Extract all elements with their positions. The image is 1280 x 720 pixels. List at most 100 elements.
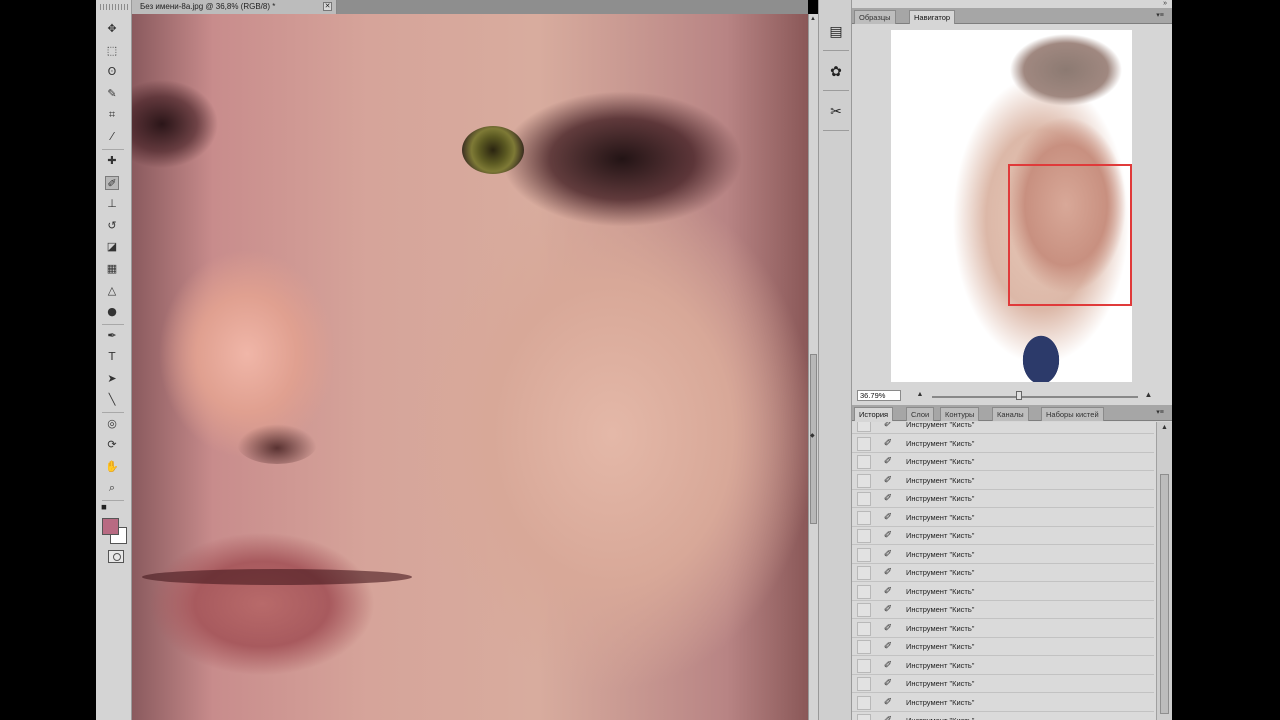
- canvas-vertical-scrollbar[interactable]: ▲ ◆: [808, 14, 818, 720]
- foreground-color-swatch[interactable]: [102, 518, 119, 535]
- brush-icon: ✐: [883, 456, 893, 467]
- history-source-checkbox[interactable]: [857, 603, 871, 617]
- healing-brush-tool-icon[interactable]: ✚: [105, 154, 119, 168]
- hand-tool-icon[interactable]: ✋: [105, 460, 119, 474]
- lasso-tool-icon[interactable]: ʘ: [105, 65, 119, 79]
- 3d-orbit-tool-icon[interactable]: ⟳: [105, 438, 119, 452]
- dock-separator: [823, 130, 849, 131]
- history-source-checkbox[interactable]: [857, 492, 871, 506]
- crop-tool-icon[interactable]: ⌗: [105, 108, 119, 122]
- scroll-thumb[interactable]: [810, 354, 817, 524]
- history-source-checkbox[interactable]: [857, 455, 871, 469]
- scroll-up-icon[interactable]: ▲: [810, 16, 816, 22]
- history-state[interactable]: ✐ Инструмент "Кисть": [852, 453, 1154, 471]
- navigator-thumbnail[interactable]: [891, 30, 1132, 382]
- scroll-up-icon[interactable]: ▲: [1161, 424, 1168, 431]
- history-source-checkbox[interactable]: [857, 695, 871, 710]
- tab-paths[interactable]: Контуры: [940, 407, 980, 421]
- history-state[interactable]: ✐ Инструмент "Кисть": [852, 422, 1154, 434]
- history-state-label: Инструмент "Кисть": [906, 586, 975, 596]
- default-colors-icon[interactable]: ◼: [101, 504, 108, 511]
- history-state[interactable]: ✐ Инструмент "Кисть": [852, 712, 1154, 720]
- 3d-rotate-tool-icon[interactable]: ◎: [105, 417, 119, 431]
- history-source-checkbox[interactable]: [857, 436, 871, 451]
- history-source-checkbox[interactable]: [857, 510, 871, 525]
- clone-source-icon[interactable]: ✂: [826, 102, 846, 122]
- history-state[interactable]: ✐ Инструмент "Кисть": [852, 490, 1154, 508]
- pen-tool-icon[interactable]: ✒: [105, 329, 119, 343]
- blur-tool-icon[interactable]: △: [105, 284, 119, 298]
- tab-brush-presets[interactable]: Наборы кистей: [1041, 407, 1104, 421]
- tab-layers[interactable]: Слои: [906, 407, 935, 421]
- history-state[interactable]: ✐ Инструмент "Кисть": [852, 472, 1154, 490]
- history-state[interactable]: ✐ Инструмент "Кисть": [852, 583, 1154, 601]
- scroll-thumb[interactable]: [1160, 474, 1169, 714]
- history-state[interactable]: ✐ Инструмент "Кисть": [852, 694, 1154, 712]
- history-state[interactable]: ✐ Инструмент "Кисть": [852, 657, 1154, 675]
- history-state[interactable]: ✐ Инструмент "Кисть": [852, 435, 1154, 453]
- dodge-tool-icon[interactable]: ●: [105, 305, 119, 319]
- quick-selection-tool-icon[interactable]: ✎: [105, 87, 119, 101]
- document-canvas[interactable]: [132, 14, 808, 720]
- history-source-checkbox[interactable]: [857, 547, 871, 562]
- history-state[interactable]: ✐ Инструмент "Кисть": [852, 564, 1154, 582]
- shape-tool-icon[interactable]: ╲: [105, 393, 119, 407]
- history-state[interactable]: ✐ Инструмент "Кисть": [852, 527, 1154, 545]
- zoom-tool-icon[interactable]: ⌕: [105, 481, 119, 495]
- panel-menu-icon[interactable]: ▾≡: [1154, 408, 1166, 417]
- zoom-slider-track[interactable]: [932, 396, 1138, 398]
- history-source-checkbox[interactable]: [857, 640, 871, 654]
- zoom-slider-knob[interactable]: [1016, 391, 1022, 400]
- history-source-checkbox[interactable]: [857, 714, 871, 720]
- document-tab[interactable]: Без имени-8a.jpg @ 36,8% (RGB/8) * ✕: [132, 0, 337, 14]
- type-tool-icon[interactable]: T: [105, 350, 119, 364]
- tab-channels[interactable]: Каналы: [992, 407, 1029, 421]
- history-scrollbar[interactable]: ▲: [1156, 422, 1172, 720]
- gradient-tool-icon[interactable]: ▦: [105, 262, 119, 276]
- histogram-icon[interactable]: ▤: [826, 22, 846, 42]
- tab-history[interactable]: История: [854, 407, 894, 421]
- close-icon[interactable]: ✕: [323, 2, 332, 11]
- brush-tool-icon[interactable]: ✐: [105, 176, 119, 190]
- history-brush-tool-icon[interactable]: ↺: [105, 219, 119, 233]
- history-source-checkbox[interactable]: [857, 658, 871, 673]
- marquee-tool-icon[interactable]: ⬚: [105, 44, 119, 58]
- history-state-label: Инструмент "Кисть": [906, 549, 975, 559]
- eyedropper-tool-icon[interactable]: ⁄: [105, 130, 119, 144]
- history-source-checkbox[interactable]: [857, 621, 871, 636]
- history-source-checkbox[interactable]: [857, 566, 871, 580]
- panel-menu-icon[interactable]: ▾≡: [1154, 11, 1166, 20]
- navigator-view-box[interactable]: [1008, 164, 1132, 306]
- letterbox-right: [1172, 0, 1280, 720]
- zoom-value-field[interactable]: 36.79%: [857, 390, 901, 401]
- history-state[interactable]: ✐ Инструмент "Кисть": [852, 546, 1154, 564]
- history-state-label: Инструмент "Кисть": [906, 475, 975, 485]
- eraser-tool-icon[interactable]: ◪: [105, 240, 119, 254]
- brush-icon: ✐: [883, 604, 893, 615]
- tools-panel: ✥ ⬚ ʘ ✎ ⌗ ⁄ ✚ ✐ ⊥ ↺ ◪ ▦ △ ● ✒ T ➤ ╲ ◎ ⟳ ✋ ⌕: [96, 0, 132, 720]
- history-source-checkbox[interactable]: [857, 422, 871, 432]
- tools-separator: [102, 324, 124, 325]
- collapse-panels-icon[interactable]: »: [1163, 0, 1167, 7]
- path-selection-tool-icon[interactable]: ➤: [105, 372, 119, 386]
- brush-icon: ✐: [883, 641, 893, 652]
- history-state[interactable]: ✐ Инструмент "Кисть": [852, 675, 1154, 693]
- move-tool-icon[interactable]: ✥: [105, 22, 119, 36]
- history-state[interactable]: ✐ Инструмент "Кисть": [852, 620, 1154, 638]
- tools-panel-grip[interactable]: [100, 4, 128, 10]
- history-source-checkbox[interactable]: [857, 529, 871, 543]
- zoom-in-icon[interactable]: ▲: [1144, 390, 1153, 399]
- quick-mask-button[interactable]: [108, 550, 124, 563]
- brush-presets-icon[interactable]: ✿: [826, 62, 846, 82]
- history-source-checkbox[interactable]: [857, 473, 871, 488]
- zoom-out-icon[interactable]: ▲: [916, 391, 924, 399]
- clone-stamp-tool-icon[interactable]: ⊥: [105, 197, 119, 211]
- brush-icon: ✐: [883, 530, 893, 541]
- history-state[interactable]: ✐ Инструмент "Кисть": [852, 638, 1154, 656]
- history-source-checkbox[interactable]: [857, 677, 871, 691]
- tab-swatches[interactable]: Образцы: [854, 10, 896, 24]
- tab-navigator[interactable]: Навигатор: [909, 10, 956, 24]
- history-source-checkbox[interactable]: [857, 584, 871, 599]
- history-state[interactable]: ✐ Инструмент "Кисть": [852, 601, 1154, 619]
- history-state[interactable]: ✐ Инструмент "Кисть": [852, 509, 1154, 527]
